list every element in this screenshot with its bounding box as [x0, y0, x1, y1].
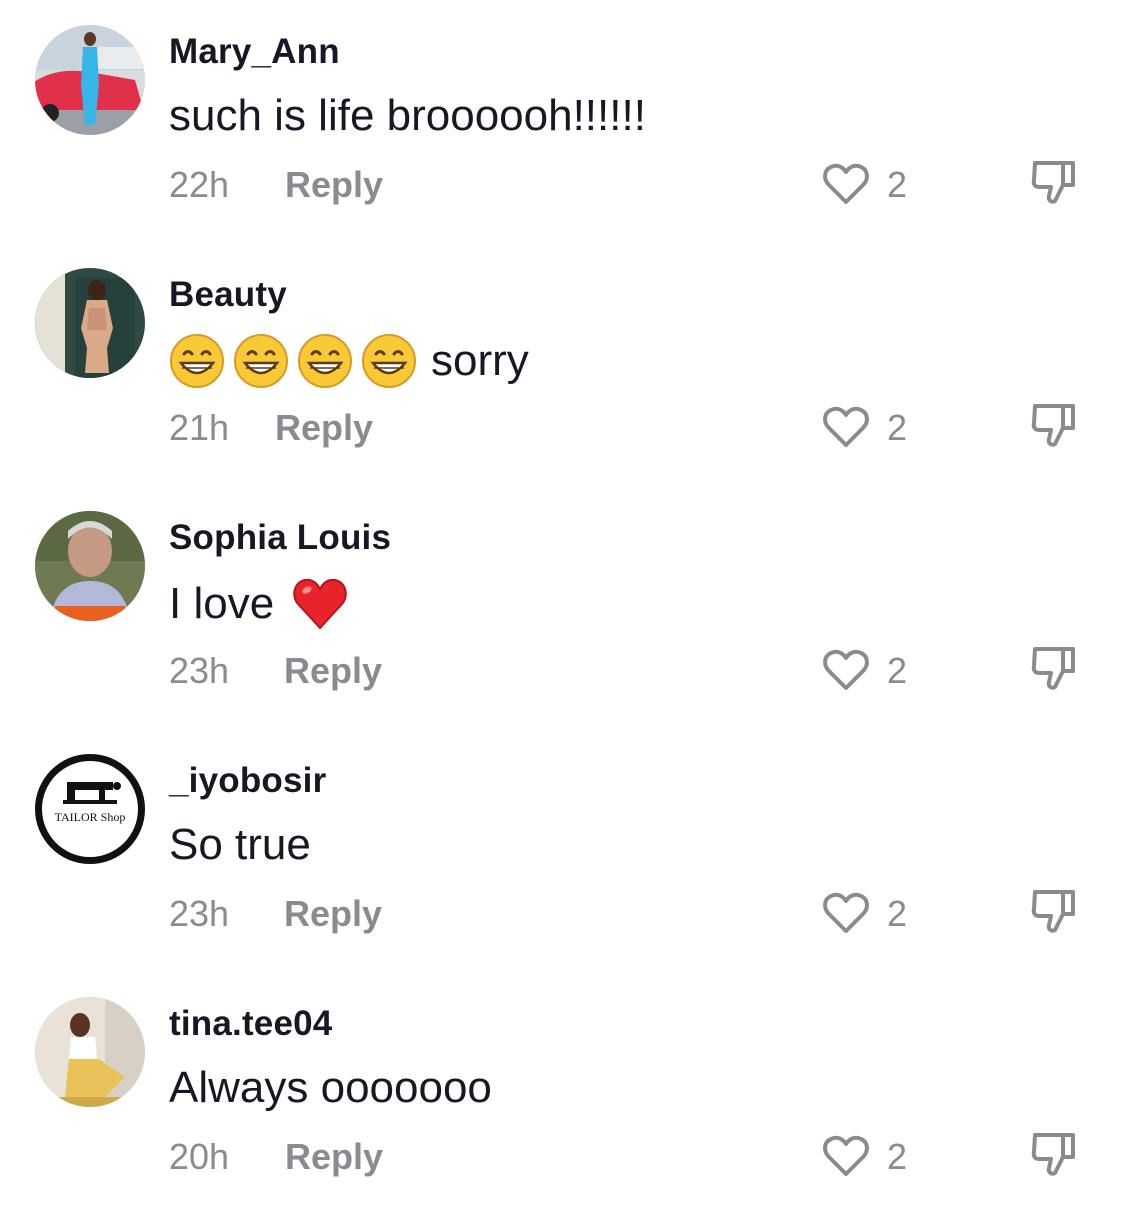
heart-outline-icon [823, 1135, 869, 1176]
comment-item: Mary_Ann such is life broooooh!!!!!! 22h… [0, 0, 1125, 243]
like-button[interactable] [820, 401, 872, 453]
heart-outline-icon [823, 649, 869, 690]
avatar-logo-text: TAILOR Shop [55, 810, 126, 824]
comment-item: Beauty sorry 21h Reply 2 [0, 243, 1125, 486]
comment-text-words: sorry [431, 336, 529, 385]
avatar[interactable] [35, 511, 145, 621]
like-count: 2 [887, 1136, 908, 1177]
comment-text: I love [169, 576, 348, 632]
reply-button[interactable]: Reply [275, 407, 373, 449]
grinning-face-emoji [361, 333, 417, 389]
like-button[interactable] [820, 158, 872, 210]
comment-username[interactable]: Sophia Louis [169, 518, 391, 558]
comment-item: tina.tee04 Always ooooooo 20h Reply 2 [0, 972, 1125, 1215]
comment-item: Sophia Louis I love 23h Reply 2 [0, 486, 1125, 729]
comment-list: Mary_Ann such is life broooooh!!!!!! 22h… [0, 0, 1125, 1228]
comment-username[interactable]: Mary_Ann [169, 32, 340, 72]
comment-timestamp: 20h [169, 1136, 230, 1177]
comment-text: sorry [169, 333, 529, 389]
thumbs-down-icon [1031, 161, 1075, 204]
avatar[interactable] [35, 997, 145, 1107]
comment-timestamp: 22h [169, 164, 230, 205]
comment-text-words: So true [169, 820, 311, 869]
like-count: 2 [887, 650, 908, 691]
grinning-face-emoji [169, 333, 225, 389]
like-button[interactable] [820, 1130, 872, 1182]
avatar[interactable] [35, 25, 145, 135]
heart-outline-icon [823, 163, 869, 204]
thumbs-down-icon [1031, 404, 1075, 447]
comment-text: Always ooooooo [169, 1060, 492, 1116]
like-button[interactable] [820, 644, 872, 696]
comment-text: such is life broooooh!!!!!! [169, 88, 646, 144]
reply-button[interactable]: Reply [284, 650, 382, 692]
thumbs-down-icon [1031, 1133, 1075, 1176]
like-count: 2 [887, 893, 908, 934]
comment-text-words: such is life broooooh!!!!!! [169, 91, 646, 140]
thumbs-down-icon [1031, 647, 1075, 690]
comment-text-words: I love [169, 579, 275, 628]
grinning-face-emoji [297, 333, 353, 389]
reply-button[interactable]: Reply [285, 164, 383, 206]
heart-outline-icon [823, 406, 869, 447]
comment-text-words: Always ooooooo [169, 1063, 492, 1112]
thumbs-down-icon [1031, 890, 1075, 933]
reply-button[interactable]: Reply [284, 893, 382, 935]
dislike-button[interactable] [1027, 398, 1081, 452]
comment-timestamp: 23h [169, 650, 230, 691]
comment-username[interactable]: _iyobosir [169, 761, 326, 801]
dislike-button[interactable] [1027, 884, 1081, 938]
like-count: 2 [887, 407, 908, 448]
grinning-face-emoji [233, 333, 289, 389]
avatar[interactable] [35, 268, 145, 378]
comment-item: TAILOR Shop _iyobosir So true 23h Reply … [0, 729, 1125, 972]
heart-outline-icon [823, 892, 869, 933]
comment-username[interactable]: tina.tee04 [169, 1004, 332, 1044]
comment-username[interactable]: Beauty [169, 275, 287, 315]
dislike-button[interactable] [1027, 1127, 1081, 1181]
reply-button[interactable]: Reply [285, 1136, 383, 1178]
dislike-button[interactable] [1027, 641, 1081, 695]
avatar[interactable]: TAILOR Shop [35, 754, 145, 864]
dislike-button[interactable] [1027, 155, 1081, 209]
red-heart-emoji [292, 576, 348, 632]
comment-text: So true [169, 817, 311, 873]
comment-timestamp: 23h [169, 893, 230, 934]
like-button[interactable] [820, 887, 872, 939]
comment-timestamp: 21h [169, 407, 230, 448]
like-count: 2 [887, 164, 908, 205]
